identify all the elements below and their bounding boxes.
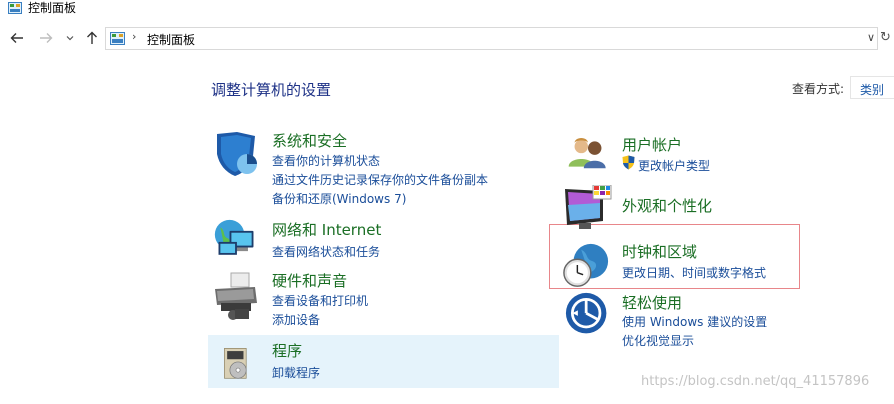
recommended-settings-link[interactable]: 使用 Windows 建议的设置 xyxy=(622,313,767,330)
address-dropdown-button[interactable]: ∨ xyxy=(867,31,875,44)
forward-button[interactable] xyxy=(37,29,55,47)
network-title[interactable]: 网络和 Internet xyxy=(272,219,381,240)
change-account-type-link[interactable]: 更改帐户类型 xyxy=(638,157,710,174)
clock-region-title[interactable]: 时钟和区域 xyxy=(622,241,697,262)
ease-of-access-icon xyxy=(565,292,607,334)
arrow-left-icon xyxy=(10,33,23,43)
view-by-select[interactable]: 类别 xyxy=(850,76,894,99)
user-accounts-title[interactable]: 用户帐户 xyxy=(622,134,682,155)
clock-globe-icon xyxy=(563,243,609,287)
window-title: 控制面板 xyxy=(28,1,77,15)
system-security-title[interactable]: 系统和安全 xyxy=(272,130,347,151)
arrow-right-icon xyxy=(40,33,53,43)
view-devices-printers-link[interactable]: 查看设备和打印机 xyxy=(272,292,368,309)
appearance-title[interactable]: 外观和个性化 xyxy=(622,195,712,216)
shield-icon xyxy=(217,132,257,176)
control-panel-icon xyxy=(110,32,125,45)
view-network-status-link[interactable]: 查看网络状态和任务 xyxy=(272,243,380,260)
up-button[interactable] xyxy=(83,29,101,47)
watermark-text: https://blog.csdn.net/qq_41157896 xyxy=(641,374,870,389)
refresh-button[interactable]: ↻ xyxy=(880,30,891,45)
title-bar: 控制面板 xyxy=(0,0,894,20)
chevron-down-icon xyxy=(66,36,74,41)
optimize-visual-display-link[interactable]: 优化视觉显示 xyxy=(622,332,694,349)
backup-restore-link[interactable]: 备份和还原(Windows 7) xyxy=(272,190,406,207)
ease-of-access-title[interactable]: 轻松使用 xyxy=(622,292,682,313)
uac-shield-icon xyxy=(622,155,635,170)
view-by-label: 查看方式: xyxy=(792,82,845,96)
change-date-time-format-link[interactable]: 更改日期、时间或数字格式 xyxy=(622,264,766,281)
address-bar[interactable]: › 控制面板 ∨ xyxy=(105,27,878,50)
recent-locations-button[interactable] xyxy=(65,29,75,47)
page-title: 调整计算机的设置 xyxy=(211,81,332,99)
network-globe-icon xyxy=(214,219,254,255)
arrow-up-icon xyxy=(87,31,97,44)
programs-title[interactable]: 程序 xyxy=(272,340,302,361)
uninstall-program-link[interactable]: 卸载程序 xyxy=(272,364,320,381)
back-button[interactable] xyxy=(8,29,26,47)
view-computer-status-link[interactable]: 查看你的计算机状态 xyxy=(272,152,380,169)
printer-icon xyxy=(215,272,257,320)
programs-disc-icon xyxy=(224,348,247,379)
file-history-backup-link[interactable]: 通过文件历史记录保存你的文件备份副本 xyxy=(272,171,488,188)
users-icon xyxy=(568,138,606,169)
breadcrumb-control-panel[interactable]: 控制面板 xyxy=(147,31,195,48)
navigation-bar: › 控制面板 ∨ ↻ xyxy=(0,26,894,52)
breadcrumb-separator[interactable]: › xyxy=(132,30,136,43)
programs-hover-highlight xyxy=(208,335,559,388)
monitor-palette-icon xyxy=(565,185,612,229)
hardware-sound-title[interactable]: 硬件和声音 xyxy=(272,270,347,291)
add-device-link[interactable]: 添加设备 xyxy=(272,311,320,328)
control-panel-icon xyxy=(8,2,22,14)
